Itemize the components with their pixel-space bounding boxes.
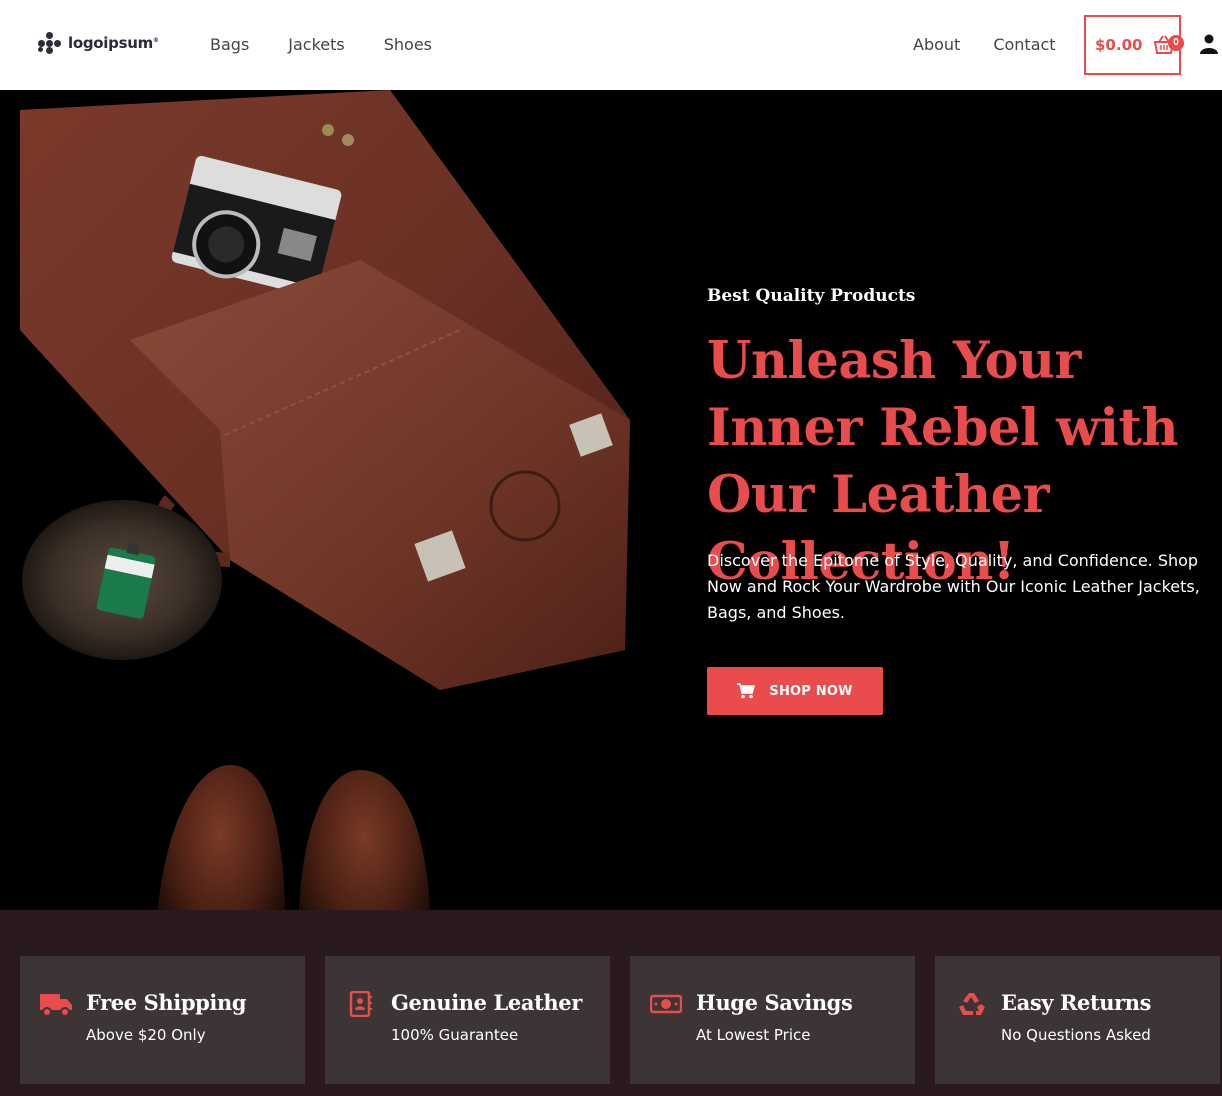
secondary-nav: About Contact — [913, 35, 1056, 54]
nav-link-about[interactable]: About — [913, 35, 960, 54]
hero-lead: Discover the Epitome of Style, Quality, … — [707, 551, 1200, 622]
contact-book-icon — [349, 991, 372, 1017]
site-header: logoipsum® Bags Jackets Shoes About Cont… — [0, 0, 1222, 90]
money-bill-icon — [650, 994, 682, 1014]
feature-subtitle: 100% Guarantee — [391, 1026, 519, 1044]
nav-link-shoes[interactable]: Shoes — [384, 35, 432, 54]
feature-card-shipping: Free Shipping Above $20 Only — [20, 956, 305, 1084]
nav-link-bags[interactable]: Bags — [210, 35, 249, 54]
feature-title: Huge Savings — [696, 990, 853, 1015]
user-icon[interactable] — [1200, 34, 1218, 54]
hero-product-image — [20, 90, 630, 910]
cart-icon — [737, 683, 756, 699]
feature-subtitle: No Questions Asked — [1001, 1026, 1151, 1044]
cart-button[interactable]: $0.00 0 — [1084, 15, 1184, 75]
feature-subtitle: At Lowest Price — [696, 1026, 811, 1044]
feature-title: Free Shipping — [86, 990, 247, 1015]
truck-icon — [40, 994, 72, 1017]
feature-card-leather: Genuine Leather 100% Guarantee — [325, 956, 610, 1084]
logo-mark-icon — [38, 32, 62, 54]
feature-title: Easy Returns — [1001, 990, 1152, 1015]
feature-card-returns: Easy Returns No Questions Asked — [935, 956, 1220, 1084]
logo-text: logoipsum® — [68, 34, 159, 52]
logo[interactable]: logoipsum® — [38, 32, 159, 54]
recycle-icon — [959, 993, 985, 1015]
feature-title: Genuine Leather — [391, 990, 582, 1015]
shop-now-label: SHOP NOW — [769, 683, 853, 699]
shop-now-button[interactable]: SHOP NOW — [707, 667, 883, 715]
nav-link-contact[interactable]: Contact — [993, 35, 1055, 54]
feature-card-savings: Huge Savings At Lowest Price — [630, 956, 915, 1084]
feature-subtitle: Above $20 Only — [86, 1026, 206, 1044]
nav-link-jackets[interactable]: Jackets — [288, 35, 344, 54]
primary-nav: Bags Jackets Shoes — [210, 35, 432, 54]
features-section: Free Shipping Above $20 Only Genuine Lea… — [0, 910, 1222, 1096]
cart-count-badge: 0 — [1168, 35, 1184, 51]
hero-eyebrow: Best Quality Products — [707, 286, 916, 306]
hero-section: Best Quality Products Unleash Your Inner… — [0, 90, 1222, 910]
cart-total: $0.00 — [1095, 36, 1143, 54]
